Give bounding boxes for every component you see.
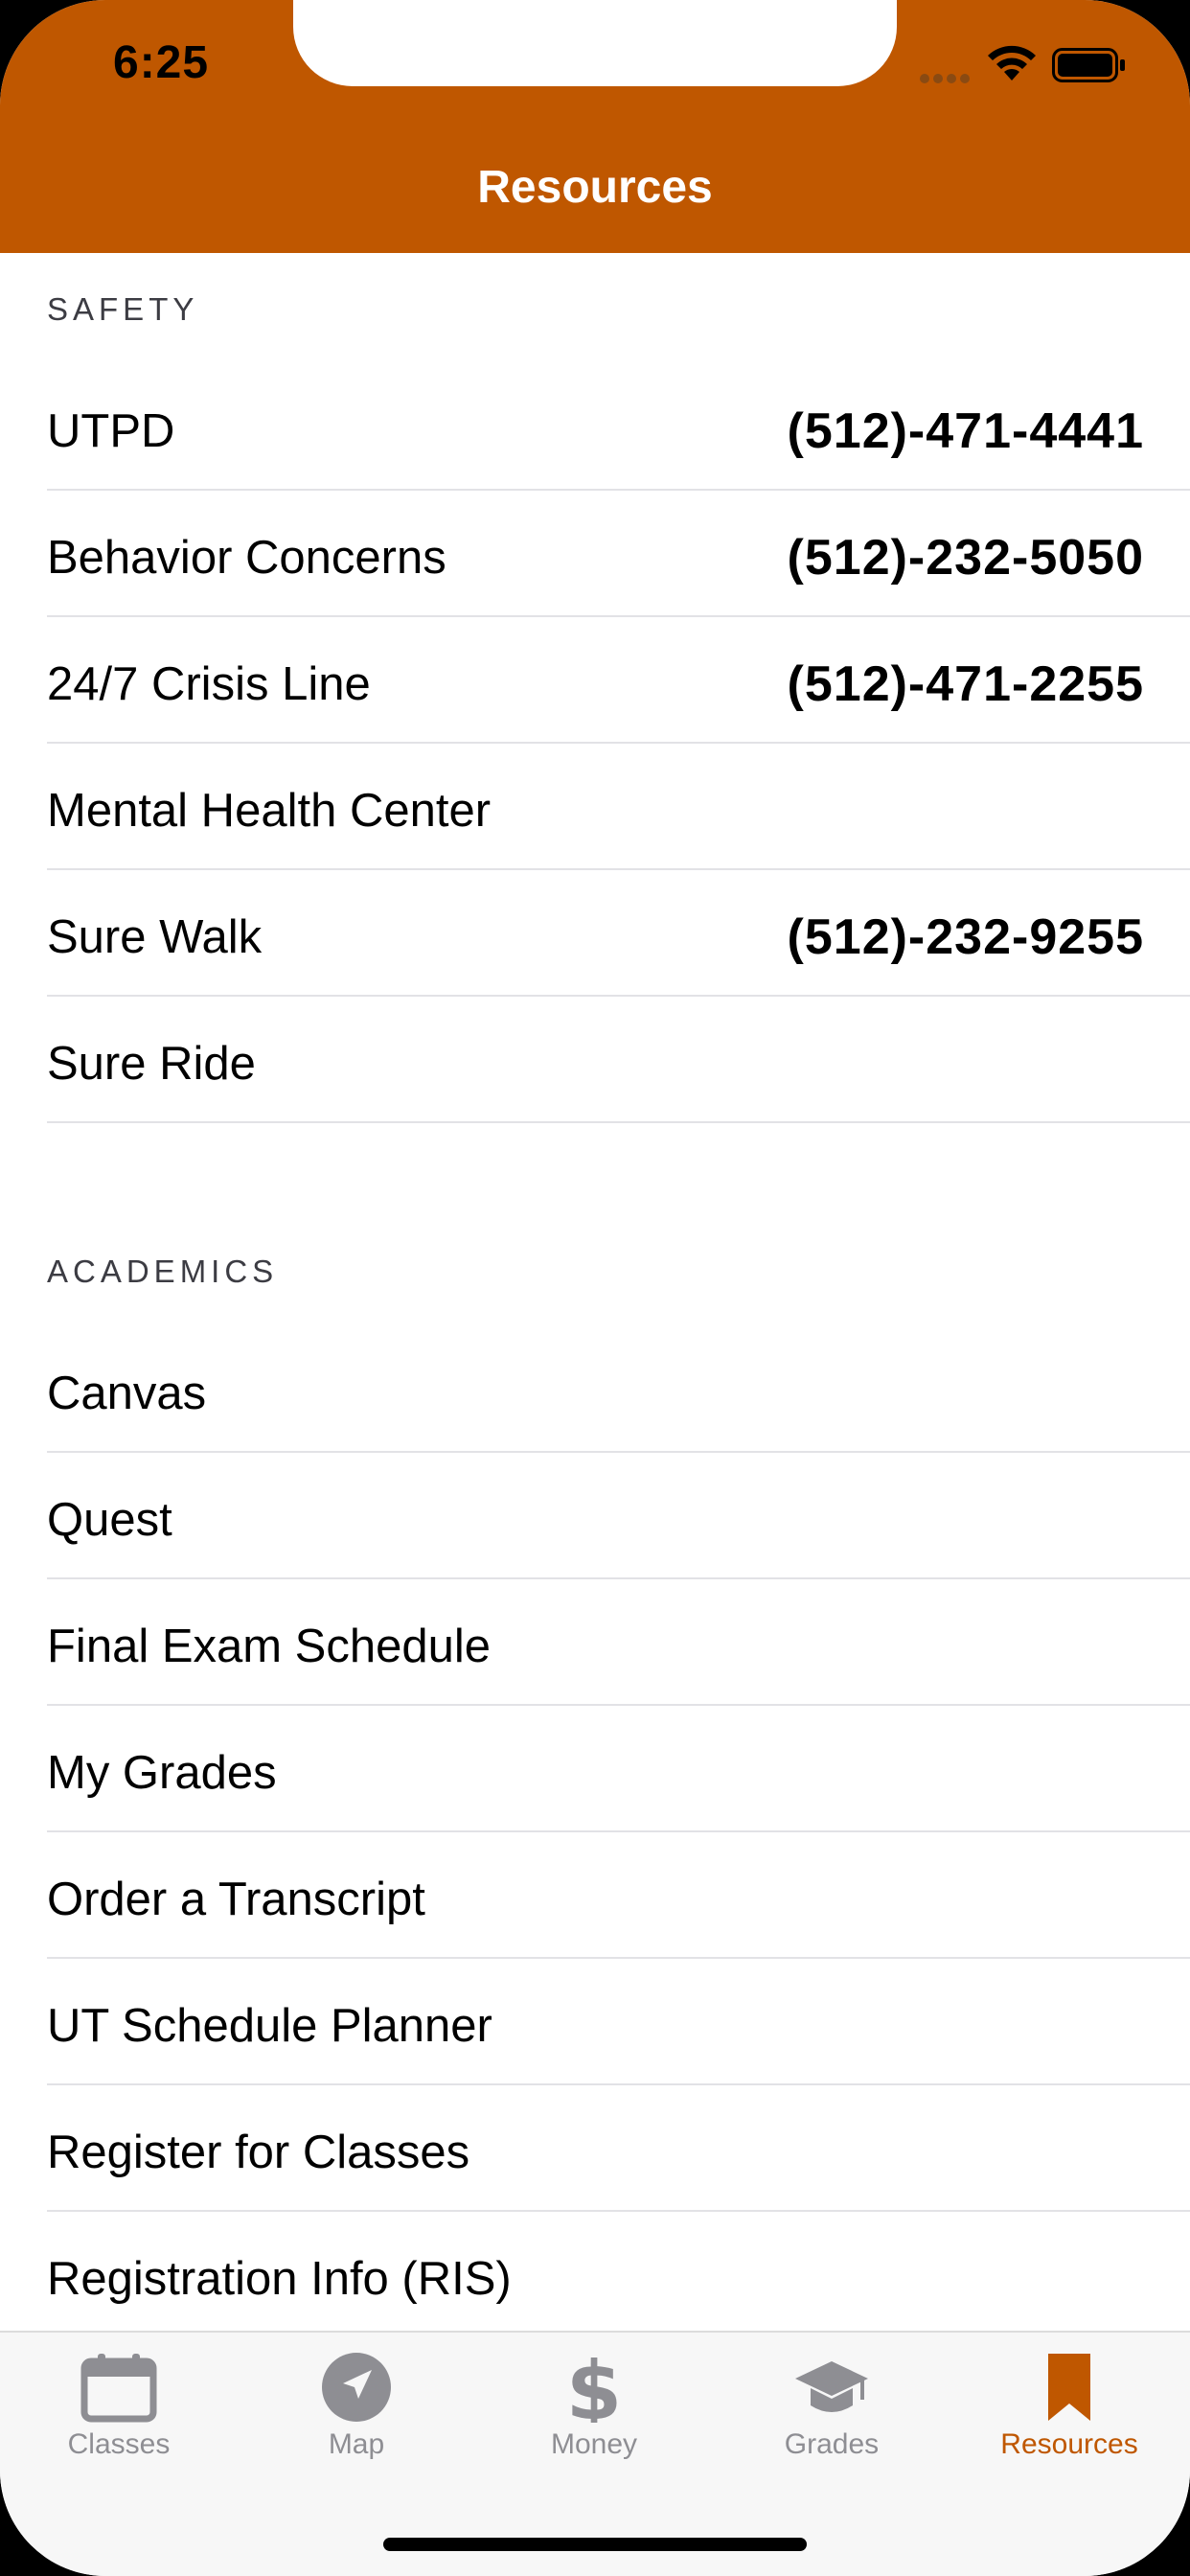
list-item-label: Register for Classes [47,2127,470,2178]
app-screen: 6:25 Resources SAFETY UTPD (512)-471-444… [0,0,1190,2576]
list-item-label: Registration Info (RIS) [47,2253,512,2305]
list-item-label: Order a Transcript [47,1874,425,1925]
list-item-quest[interactable]: Quest [47,1453,1190,1579]
list-item-behavior-concerns[interactable]: Behavior Concerns (512)-232-5050 [47,491,1190,617]
list-item-sure-ride[interactable]: Sure Ride [47,997,1190,1123]
home-indicator[interactable] [383,2538,807,2551]
phone-number-link[interactable]: (512)-471-2255 [788,656,1144,713]
phone-number-link[interactable]: (512)-471-4441 [788,402,1144,460]
svg-text:$: $ [566,2352,622,2423]
status-time: 6:25 [113,37,210,88]
phone-number-link[interactable]: (512)-232-9255 [788,908,1144,966]
calendar-icon [80,2354,157,2423]
tab-label: Grades [784,2428,880,2460]
list-item-order-transcript[interactable]: Order a Transcript [47,1832,1190,1959]
list-item-label: Sure Ride [47,1038,256,1090]
list-item-mental-health-center[interactable]: Mental Health Center [47,744,1190,870]
list-item-label: Mental Health Center [47,785,492,837]
list-item-utpd[interactable]: UTPD (512)-471-4441 [47,364,1190,491]
list-item-ut-schedule-planner[interactable]: UT Schedule Planner [47,1959,1190,2085]
tab-map[interactable]: Map [238,2352,475,2496]
list-item-crisis-line[interactable]: 24/7 Crisis Line (512)-471-2255 [47,617,1190,744]
list-item-label: UTPD [47,405,175,457]
dollar-icon: $ [566,2352,622,2423]
tab-label: Money [550,2428,638,2460]
tab-label: Resources [1000,2428,1138,2460]
location-arrow-icon [322,2353,391,2422]
tab-label: Map [328,2428,385,2460]
wifi-icon [988,45,1036,80]
battery-icon [1052,48,1125,82]
tab-label: Classes [67,2428,171,2460]
list-item-register-for-classes[interactable]: Register for Classes [47,2085,1190,2212]
list-item-label: 24/7 Crisis Line [47,658,371,710]
list-item-label: Sure Walk [47,911,263,963]
device-notch [293,0,897,86]
list-item-label: Final Exam Schedule [47,1621,492,1672]
list-item-label: Canvas [47,1368,207,1419]
tab-resources[interactable]: Resources [950,2352,1188,2496]
section-header-safety: SAFETY [47,291,199,327]
navigation-header: 6:25 Resources [0,0,1190,253]
list-item-final-exam-schedule[interactable]: Final Exam Schedule [47,1579,1190,1706]
list-item-label: Quest [47,1494,172,1546]
list-item-my-grades[interactable]: My Grades [47,1706,1190,1832]
resources-list[interactable]: SAFETY UTPD (512)-471-4441 Behavior Conc… [0,253,1190,2331]
section-header-academics: ACADEMICS [47,1254,279,1289]
list-item-registration-info[interactable]: Registration Info (RIS) [47,2212,1190,2338]
phone-number-link[interactable]: (512)-232-5050 [788,529,1144,586]
list-item-label: My Grades [47,1747,277,1799]
bookmark-icon [1048,2354,1090,2421]
list-item-sure-walk[interactable]: Sure Walk (512)-232-9255 [47,870,1190,997]
tab-grades[interactable]: Grades [713,2352,950,2496]
list-item-label: UT Schedule Planner [47,2000,492,2052]
list-item-canvas[interactable]: Canvas [47,1326,1190,1453]
page-title: Resources [477,162,713,213]
tab-classes[interactable]: Classes [0,2352,238,2496]
graduation-cap-icon [795,2361,868,2412]
list-item-label: Behavior Concerns [47,532,446,584]
tab-money[interactable]: $ Money [475,2352,713,2496]
cellular-signal-icon [920,71,973,83]
